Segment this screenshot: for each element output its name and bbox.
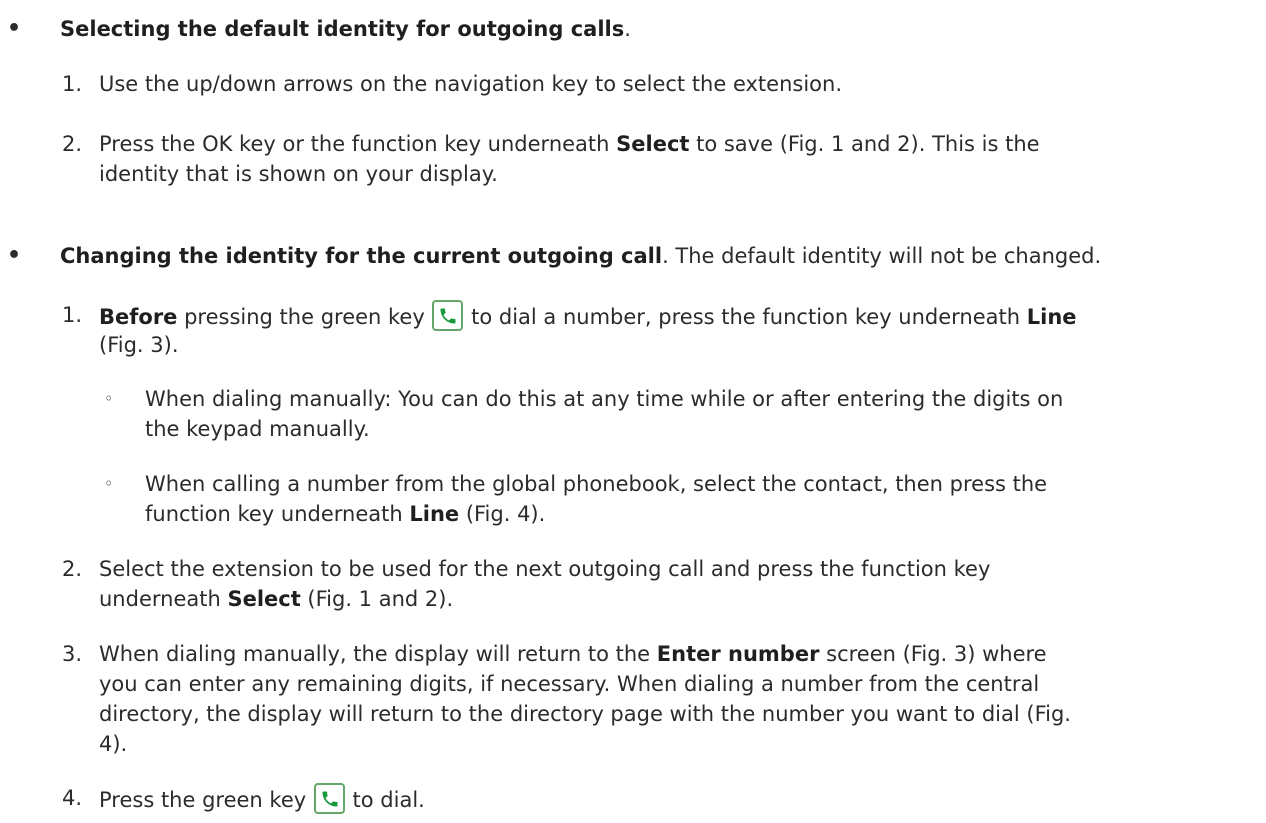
step-number: 3. [62, 642, 83, 666]
section-2-title: Changing the identity for the current ou… [60, 244, 663, 268]
step-number: 2. [62, 557, 83, 581]
section-1-title: Selecting the default identity for outgo… [60, 17, 625, 41]
green-call-key-icon [313, 783, 345, 814]
sub-step-text-continued: function key underneath Line (Fig. 4). [145, 502, 546, 526]
select-label: Select [227, 587, 301, 611]
step-number: 4. [62, 786, 83, 810]
step-text: When dialing manually, the display will … [99, 642, 1047, 666]
section-1-title-end: . [624, 17, 631, 41]
sub-bullet: ◦ [104, 389, 114, 408]
bullet-section-1: • [7, 16, 22, 41]
step-number: 1. [62, 72, 83, 96]
sub-bullet: ◦ [104, 474, 114, 493]
enter-number-label: Enter number [656, 642, 820, 666]
step-text-continued: you can enter any remaining digits, if n… [99, 672, 1040, 696]
section-2-title-rest: . The default identity will not be chang… [662, 244, 1102, 268]
sub-step-text-continued: the keypad manually. [145, 417, 370, 441]
step-number: 1. [62, 303, 83, 327]
section-1-heading: Selecting the default identity for outgo… [60, 14, 631, 44]
bullet-section-2: • [7, 243, 22, 268]
select-label: Select [616, 132, 690, 156]
step-text-continued: 4). [99, 732, 128, 756]
line-label: Line [1026, 305, 1077, 329]
line-label: Line [409, 502, 460, 526]
step-text: Press the OK key or the function key und… [99, 132, 1040, 156]
step-text: Before pressing the green key to dial a … [99, 300, 1077, 332]
before-label: Before [99, 305, 178, 329]
step-text: Use the up/down arrows on the navigation… [99, 72, 843, 96]
step-text-continued: underneath Select (Fig. 1 and 2). [99, 587, 454, 611]
sub-step-text: When calling a number from the global ph… [145, 472, 1048, 496]
section-2-heading: Changing the identity for the current ou… [60, 241, 1101, 271]
step-number: 2. [62, 132, 83, 156]
step-text: Select the extension to be used for the … [99, 557, 991, 581]
green-call-key-icon [432, 300, 464, 331]
step-text-continued: (Fig. 3). [99, 333, 179, 357]
step-text-continued: directory, the display will return to th… [99, 702, 1071, 726]
sub-step-text: When dialing manually: You can do this a… [145, 387, 1064, 411]
step-text: Press the green key to dial. [99, 783, 425, 815]
step-text-continued: identity that is shown on your display. [99, 162, 498, 186]
